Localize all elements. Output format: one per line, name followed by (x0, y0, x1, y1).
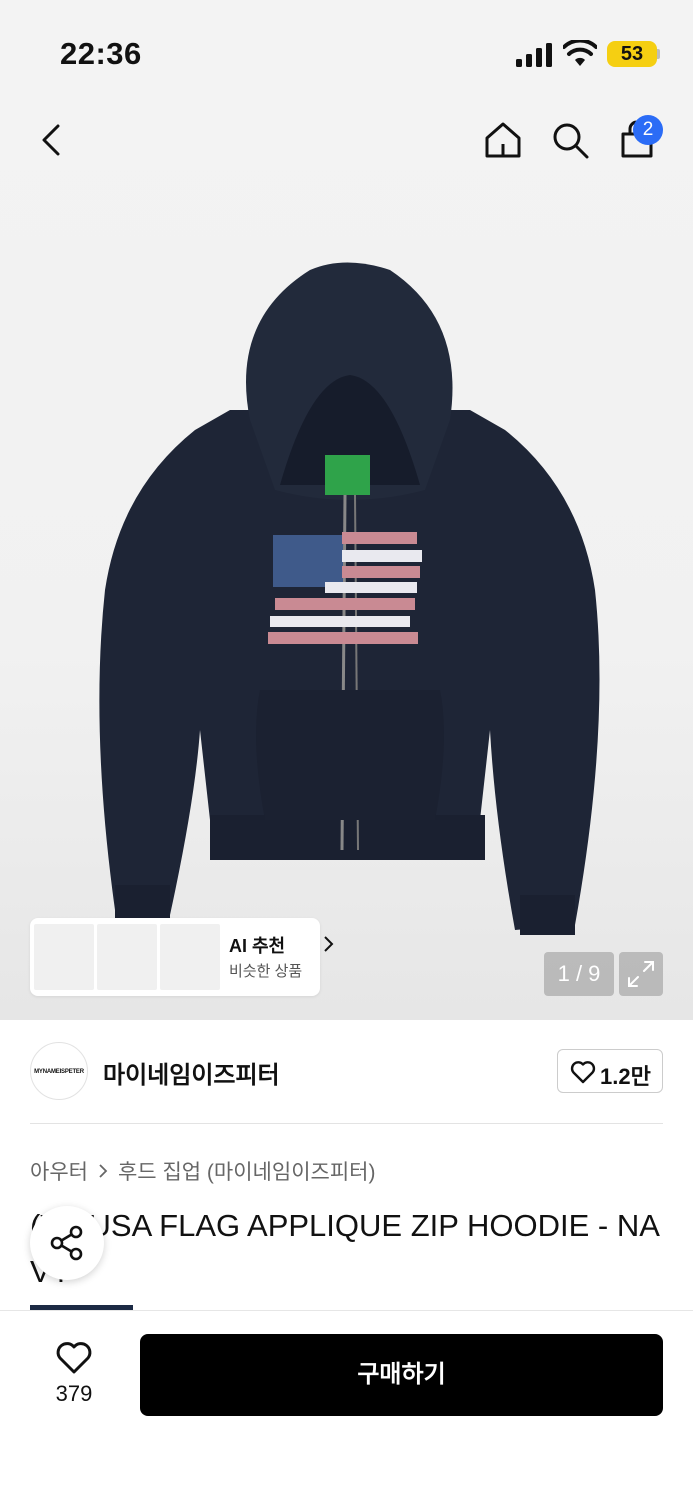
chevron-right-icon (324, 936, 334, 952)
wifi-icon (563, 40, 597, 66)
status-time: 22:36 (60, 36, 142, 71)
battery-tip (657, 49, 660, 59)
product-title: (W) USA FLAG APPLIQUE ZIP HOODIE - NAVY (30, 1208, 660, 1289)
cart-count-badge[interactable]: 2 (633, 115, 663, 145)
breadcrumb: 아우터 후드 집업 (마이네임이즈피터) (30, 1156, 375, 1186)
expand-button[interactable] (619, 952, 663, 996)
ai-recommend-subtitle: 비슷한 상품 (229, 963, 303, 980)
wishlist-count: 379 (55, 1381, 93, 1406)
home-icon[interactable] (481, 118, 525, 162)
ai-thumb-3[interactable] (160, 924, 220, 990)
bottom-action-bar: 379 구매하기 (0, 1310, 693, 1500)
share-button[interactable] (30, 1206, 104, 1280)
ai-thumb-1[interactable] (34, 924, 94, 990)
product-gallery[interactable]: 2 AI 추천 비슷한 상품 1 / 9 (0, 100, 693, 1020)
brand-name[interactable]: 마이네임이즈피터 (103, 1055, 280, 1090)
product-image (99, 262, 600, 935)
battery-icon: 53 (607, 41, 657, 67)
brand-like-count: 1.2만 (600, 1064, 651, 1089)
breadcrumb-level1[interactable]: 아우터 (30, 1156, 88, 1186)
ai-recommend-card[interactable]: AI 추천 비슷한 상품 (30, 918, 334, 996)
expand-icon (628, 961, 654, 987)
wishlist-heart-icon[interactable] (55, 1341, 93, 1375)
brand-logo[interactable]: MYNAMEISPETER (30, 1042, 88, 1100)
image-page-counter: 1 / 9 (544, 952, 614, 996)
section-divider (30, 1123, 663, 1124)
chevron-right-icon (99, 1164, 108, 1178)
brand-like-button[interactable]: 1.2만 (557, 1049, 663, 1093)
status-bar: 22:36 53 (0, 0, 693, 100)
signal-icon (516, 43, 552, 67)
breadcrumb-level2[interactable]: 후드 집업 (마이네임이즈피터) (118, 1156, 376, 1186)
heart-icon (570, 1061, 596, 1084)
back-icon[interactable] (30, 118, 74, 162)
search-icon[interactable] (548, 118, 592, 162)
ai-recommend-title: AI 추천 (229, 936, 286, 956)
ai-thumb-2[interactable] (97, 924, 157, 990)
buy-button[interactable]: 구매하기 (140, 1334, 663, 1416)
share-icon (50, 1225, 83, 1261)
